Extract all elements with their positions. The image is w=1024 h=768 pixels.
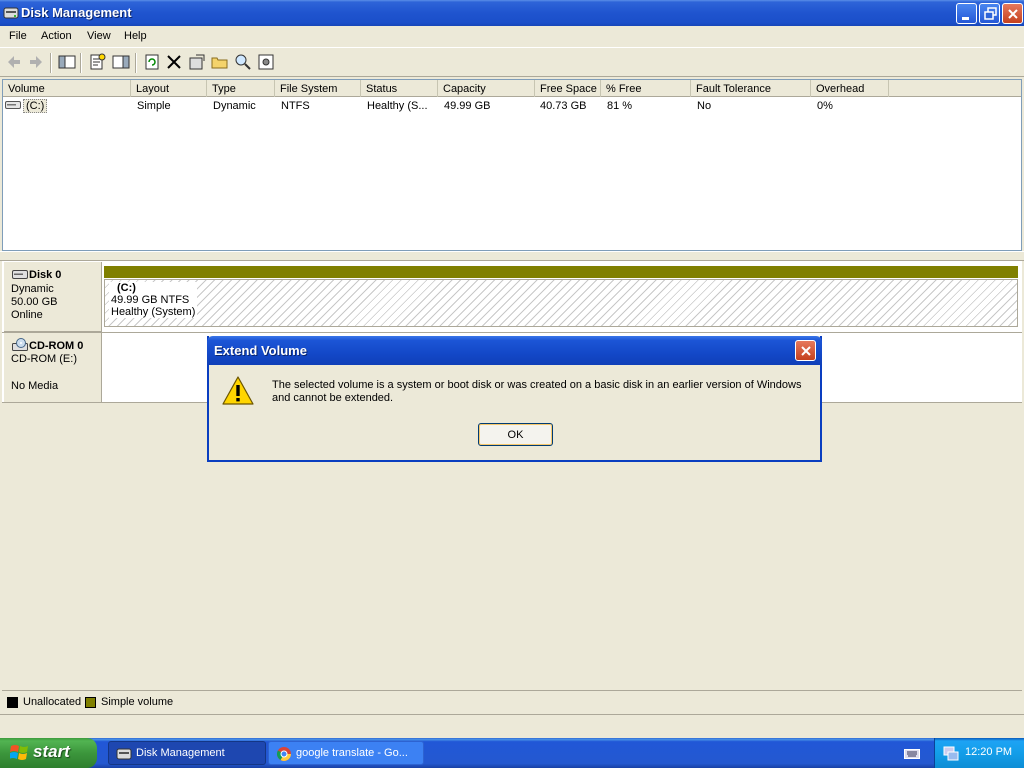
toolbar-separator: [50, 53, 52, 73]
pane-splitter[interactable]: [0, 251, 1024, 261]
warning-icon: [222, 376, 254, 405]
drive-icon: [5, 101, 21, 109]
dialog-message: The selected volume is a system or boot …: [272, 379, 802, 404]
legend: Unallocated Simple volume: [2, 690, 1022, 712]
cell-file-system: NTFS: [281, 100, 310, 112]
disk-state: No Media: [11, 380, 59, 392]
partition-detail: 49.99 GB NTFS: [111, 294, 190, 306]
volume-partition-c[interactable]: (C:) 49.99 GB NTFS Healthy (System): [104, 279, 1018, 327]
toolbar: [0, 47, 1024, 77]
close-icon: [801, 346, 811, 356]
start-button[interactable]: start: [0, 738, 97, 768]
disk-state: Online: [11, 309, 43, 321]
legend-label-unallocated: Unallocated: [23, 696, 82, 708]
legend-swatch-unallocated: [7, 697, 18, 708]
taskbar-item-disk-management[interactable]: Disk Management: [108, 741, 266, 765]
settings-icon[interactable]: [257, 53, 275, 71]
toolbar-separator: [80, 53, 82, 73]
toolbar-separator: [135, 53, 137, 73]
start-label: start: [33, 742, 70, 761]
format-icon[interactable]: [188, 53, 206, 71]
clock[interactable]: 12:20 PM: [965, 746, 1012, 758]
disk-row: Disk 0 Dynamic 50.00 GB Online (C:) 49.9…: [2, 261, 1022, 333]
status-bar: [0, 714, 1024, 738]
cell-percent-free: 81 %: [607, 100, 633, 112]
ok-button[interactable]: OK: [478, 423, 553, 446]
close-button[interactable]: [1002, 3, 1023, 24]
system-tray: 12:20 PM: [934, 738, 1024, 768]
disk-name: CD-ROM 0: [29, 340, 84, 352]
volume-info: (C:) 49.99 GB NTFS Healthy (System): [109, 282, 198, 318]
disk-management-icon: [3, 7, 19, 19]
restore-button[interactable]: [979, 3, 1000, 24]
taskbar-item-label: google translate - Go...: [296, 747, 408, 759]
cell-layout: Simple: [137, 100, 171, 112]
disk-label[interactable]: CD-ROM 0 CD-ROM (E:) No Media: [4, 333, 102, 402]
table-row[interactable]: (C:) Simple Dynamic NTFS Healthy (S... 4…: [3, 80, 1021, 116]
show-hide-tree-icon[interactable]: [58, 53, 76, 71]
cell-overhead: 0%: [817, 100, 833, 112]
cell-fault-tolerance: No: [697, 100, 712, 112]
cell-volume: (C:): [23, 99, 48, 113]
keyboard-icon[interactable]: [904, 746, 920, 760]
disk-label[interactable]: Disk 0 Dynamic 50.00 GB Online: [4, 262, 102, 332]
properties-icon[interactable]: [88, 53, 106, 71]
chrome-icon: [276, 747, 291, 761]
refresh-icon[interactable]: [143, 53, 161, 71]
cell-free-space: 40.73 GB: [540, 100, 587, 112]
hard-disk-icon: [12, 270, 28, 279]
simple-volume-bar: [104, 266, 1018, 278]
close-icon: [1008, 9, 1018, 19]
cell-type: Dynamic: [213, 100, 256, 112]
dialog-title: Extend Volume: [214, 343, 307, 358]
window-title-bar[interactable]: Disk Management: [0, 0, 1024, 26]
disk-name: Disk 0: [29, 269, 62, 281]
disk-type: Dynamic: [11, 283, 54, 295]
minimize-icon: [962, 17, 969, 20]
extend-volume-dialog: Extend Volume The selected volume is a s…: [207, 336, 822, 462]
disk-management-icon: [116, 748, 132, 760]
disk-size: 50.00 GB: [11, 296, 58, 308]
dialog-close-button[interactable]: [795, 340, 816, 361]
open-folder-icon[interactable]: [211, 53, 229, 71]
taskbar: start Disk Management google translate -…: [0, 738, 1024, 768]
cell-capacity: 49.99 GB: [444, 100, 491, 112]
explore-icon[interactable]: [234, 53, 252, 71]
menu-view[interactable]: View: [87, 30, 111, 42]
taskbar-item-label: Disk Management: [136, 747, 225, 759]
menu-file[interactable]: File: [9, 30, 27, 42]
disk-type: CD-ROM (E:): [11, 353, 77, 365]
legend-label-simple-volume: Simple volume: [101, 696, 174, 708]
legend-swatch-simple-volume: [85, 697, 96, 708]
delete-icon[interactable]: [165, 53, 183, 71]
forward-arrow-icon[interactable]: [27, 53, 45, 71]
taskbar-item-google-translate[interactable]: google translate - Go...: [268, 741, 424, 765]
restore-icon: [984, 7, 997, 20]
volume-list: Volume Layout Type File System Status Ca…: [2, 79, 1022, 251]
network-icon[interactable]: [943, 745, 959, 761]
menu-action[interactable]: Action: [41, 30, 72, 42]
partition-label: (C:): [117, 282, 136, 294]
windows-logo-icon: [10, 745, 28, 760]
minimize-button[interactable]: [956, 3, 977, 24]
cell-status: Healthy (S...: [367, 100, 428, 112]
menu-help[interactable]: Help: [124, 30, 147, 42]
show-hide-action-pane-icon[interactable]: [112, 53, 130, 71]
dialog-title-bar[interactable]: Extend Volume: [207, 336, 822, 365]
partition-status: Healthy (System): [111, 306, 196, 318]
back-arrow-icon[interactable]: [5, 53, 23, 71]
menu-bar: File Action View Help: [0, 26, 1024, 47]
cd-rom-icon: [12, 338, 28, 351]
disk-map: Disk 0 Dynamic 50.00 GB Online (C:) 49.9…: [2, 261, 1022, 714]
window-title: Disk Management: [21, 5, 132, 20]
